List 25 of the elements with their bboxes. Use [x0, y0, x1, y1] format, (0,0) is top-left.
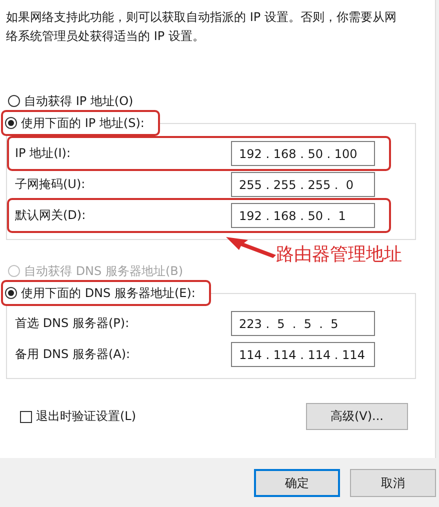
- annotation-text: 路由器管理地址: [276, 243, 402, 266]
- cancel-button[interactable]: 取消: [350, 469, 436, 497]
- radio-button[interactable]: [8, 95, 20, 107]
- checkbox[interactable]: [20, 410, 32, 422]
- input-field[interactable]: 192 . 168 . 50 . 1: [231, 203, 375, 228]
- input-field[interactable]: 223 . 5 . 5 . 5: [231, 311, 375, 336]
- radio-button[interactable]: [5, 117, 17, 129]
- radio-label[interactable]: 使用下面的 IP 地址(S):: [21, 114, 144, 132]
- description-text: 如果网络支持此功能，则可以获取自动指派的 IP 设置。否则，你需要从网络系统管理员处获得适当的 IP 设置。: [6, 9, 398, 45]
- ok-button[interactable]: 确定: [254, 469, 340, 497]
- field-label: 备用 DNS 服务器(A):: [15, 346, 130, 363]
- advanced-button[interactable]: 高级(V)...: [306, 403, 408, 430]
- arrow: [226, 234, 276, 258]
- input-field[interactable]: 114 . 114 . 114 . 114: [231, 342, 375, 367]
- radio-button[interactable]: [5, 287, 17, 299]
- radio-label[interactable]: 自动获得 IP 地址(O): [24, 92, 134, 110]
- radio-option[interactable]: 自动获得 IP 地址(O): [6, 90, 140, 112]
- field-label: 首选 DNS 服务器(P):: [15, 315, 130, 332]
- input-field[interactable]: 192 . 168 . 50 . 100: [231, 141, 375, 166]
- radio-label[interactable]: 使用下面的 DNS 服务器地址(E):: [21, 284, 196, 302]
- input-field[interactable]: 255 . 255 . 255 . 0: [231, 172, 375, 197]
- checkbox-label[interactable]: 退出时验证设置(L): [36, 408, 136, 425]
- field-label: IP 地址(I):: [15, 145, 71, 162]
- field-label: 子网掩码(U):: [15, 176, 86, 193]
- field-label: 默认网关(D):: [15, 207, 86, 224]
